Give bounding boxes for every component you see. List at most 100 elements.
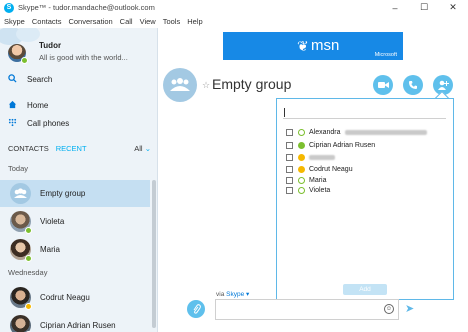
- filter-dropdown[interactable]: All ⌄: [134, 144, 151, 153]
- sidebar-item-home[interactable]: Home: [0, 97, 157, 113]
- presence-away-icon: [25, 303, 32, 310]
- menu-call[interactable]: Call: [120, 17, 133, 26]
- list-item[interactable]: Ciprian Adrian Rusen: [0, 312, 150, 332]
- person-row[interactable]: Ciprian Adrian Rusen: [286, 140, 375, 150]
- presence-online-icon: [298, 141, 305, 149]
- call-phones-label: Call phones: [27, 118, 70, 128]
- list-item[interactable]: Empty group: [0, 180, 150, 207]
- list-item[interactable]: Codrut Neagu: [0, 284, 150, 311]
- profile-card[interactable]: Tudor All is good with the world...: [0, 28, 157, 68]
- phone-icon: [409, 81, 417, 89]
- via-prefix: via: [216, 291, 225, 298]
- message-input[interactable]: [215, 299, 399, 320]
- home-icon: [8, 100, 18, 111]
- search-button[interactable]: Search: [0, 71, 157, 87]
- list-item[interactable]: Maria: [0, 236, 150, 263]
- add-button[interactable]: Add: [343, 284, 387, 295]
- presence-online-icon: [25, 255, 32, 262]
- presence-online-icon: [298, 128, 305, 136]
- msn-butterfly-icon: ❦: [297, 38, 309, 54]
- list-item[interactable]: Violeta: [0, 208, 150, 235]
- redacted-text: [309, 154, 335, 160]
- group-avatar[interactable]: [163, 68, 197, 102]
- chevron-down-icon: ⌄: [144, 143, 151, 153]
- ad-company: Microsoft: [374, 52, 397, 58]
- section-wednesday: Wednesday: [8, 268, 48, 277]
- profile-name: Tudor: [39, 41, 62, 50]
- redacted-text: [344, 129, 427, 135]
- filter-label: All: [134, 143, 143, 153]
- favorite-star-icon[interactable]: ☆: [202, 80, 210, 91]
- section-today: Today: [8, 164, 29, 173]
- presence-online-icon: [25, 227, 32, 234]
- menu-tools[interactable]: Tools: [163, 17, 181, 26]
- person-name: Codrut Neagu: [309, 165, 353, 173]
- presence-online-icon: [298, 186, 305, 194]
- home-label: Home: [27, 100, 49, 110]
- person-name: Alexandra: [309, 128, 341, 136]
- sidebar: Tudor All is good with the world... Sear…: [0, 28, 158, 332]
- group-avatar-icon: [10, 183, 31, 204]
- ad-brand: msn: [311, 37, 340, 54]
- ad-banner[interactable]: ❦ msn Microsoft: [223, 32, 403, 60]
- menu-contacts[interactable]: Contacts: [32, 17, 62, 26]
- contact-name: Ciprian Adrian Rusen: [40, 321, 116, 330]
- attach-button[interactable]: [187, 300, 205, 318]
- tab-recent[interactable]: RECENT: [56, 144, 87, 153]
- checkbox[interactable]: [286, 186, 293, 194]
- via-service: Skype: [226, 291, 245, 298]
- video-call-button[interactable]: [373, 75, 393, 95]
- menu-skype[interactable]: Skype: [4, 17, 25, 26]
- person-name: Maria: [309, 176, 327, 184]
- text-caret: [284, 108, 285, 117]
- menu-help[interactable]: Help: [187, 17, 202, 26]
- checkbox[interactable]: [286, 128, 293, 136]
- conversation-title: Empty group: [212, 76, 292, 92]
- skype-logo-icon: S: [4, 2, 14, 13]
- tab-contacts[interactable]: CONTACTS: [8, 144, 49, 153]
- group-icon: [170, 78, 190, 91]
- contact-tabs: CONTACTS RECENT All ⌄: [0, 141, 157, 155]
- checkbox[interactable]: [286, 176, 293, 184]
- add-person-icon: [437, 80, 449, 90]
- contact-name: Violeta: [40, 217, 65, 226]
- contact-name: Empty group: [40, 189, 86, 198]
- add-people-search-input[interactable]: [283, 107, 446, 119]
- checkbox[interactable]: [286, 153, 293, 161]
- maximize-button[interactable]: ☐: [413, 0, 435, 15]
- minimize-button[interactable]: –: [384, 0, 406, 15]
- close-button[interactable]: ✕: [442, 0, 464, 15]
- emoticon-icon[interactable]: ☺: [384, 304, 394, 314]
- sidebar-item-call-phones[interactable]: Call phones: [0, 115, 157, 131]
- dialpad-icon: [8, 118, 18, 129]
- chevron-down-icon: ▾: [244, 291, 250, 298]
- audio-call-button[interactable]: [403, 75, 423, 95]
- presence-away-icon: [298, 153, 305, 161]
- menu-view[interactable]: View: [140, 17, 156, 26]
- sidebar-scrollbar[interactable]: [152, 180, 156, 328]
- presence-away-icon: [298, 165, 305, 173]
- checkbox[interactable]: [286, 141, 293, 149]
- window-title: Skype™ - tudor.mandache@outlook.com: [18, 3, 155, 12]
- presence-online-icon: [298, 176, 305, 184]
- presence-online-icon: [21, 57, 28, 64]
- contact-name: Codrut Neagu: [40, 293, 90, 302]
- send-icon[interactable]: ➤: [405, 302, 414, 315]
- person-row[interactable]: Codrut Neagu: [286, 164, 353, 174]
- person-row[interactable]: Maria: [286, 175, 327, 185]
- person-name: Ciprian Adrian Rusen: [309, 141, 376, 149]
- via-selector[interactable]: via Skype ▾: [216, 290, 249, 298]
- checkbox[interactable]: [286, 165, 293, 173]
- title-bar: S Skype™ - tudor.mandache@outlook.com – …: [0, 0, 468, 15]
- search-label: Search: [27, 74, 53, 84]
- menu-bar: Skype Contacts Conversation Call View To…: [0, 15, 468, 28]
- menu-conversation[interactable]: Conversation: [68, 17, 112, 26]
- search-icon: [8, 73, 18, 85]
- person-row[interactable]: Alexandra: [286, 127, 427, 137]
- avatar: [10, 315, 31, 332]
- contact-name: Maria: [40, 245, 61, 254]
- profile-mood[interactable]: All is good with the world...: [39, 53, 128, 62]
- person-row[interactable]: Violeta: [286, 185, 330, 195]
- person-row[interactable]: [286, 152, 335, 162]
- paperclip-icon: [193, 304, 201, 314]
